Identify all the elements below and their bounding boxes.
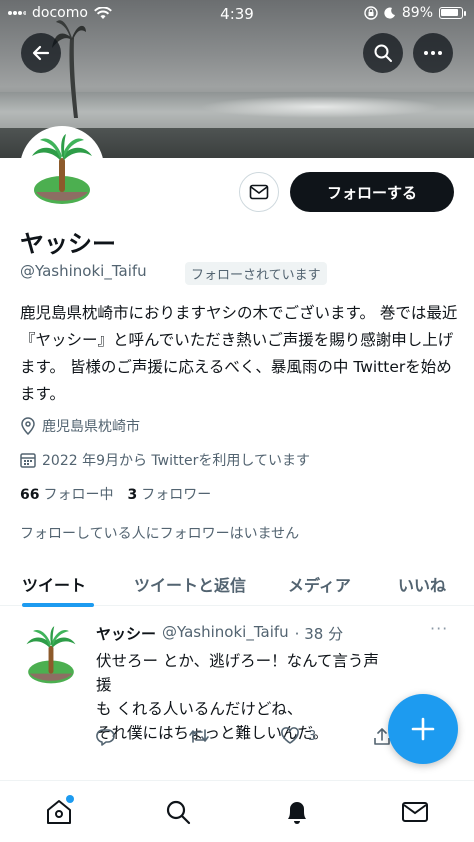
lock-rotation-icon [364, 6, 378, 20]
palm-tree-avatar-icon [26, 626, 76, 684]
battery-icon [439, 7, 463, 19]
tab-likes[interactable]: いいね [398, 572, 446, 596]
heart-icon [281, 727, 299, 744]
followers-label: フォロワー [141, 487, 212, 503]
tweet-actions: 3 [96, 727, 396, 751]
follow-counts: 66 フォロー中 3 フォロワー [20, 484, 211, 504]
nav-notifications[interactable] [282, 797, 312, 827]
nav-search[interactable] [163, 797, 193, 827]
followers-note: フォローしている人にフォロワーはいません [20, 526, 300, 542]
profile-tabs: ツイート ツイートと返信 メディア いいね [0, 560, 474, 607]
search-icon [166, 800, 191, 825]
tab-tweets[interactable]: ツイート [22, 572, 86, 596]
bottom-navigation [0, 780, 474, 842]
tweet-text-line: 伏せろー とか、逃げろー！なんて言う声援 [96, 652, 379, 694]
bell-icon [288, 802, 306, 824]
tweet-header: ヤッシー @Yashinoki_Taifu · 38 分 [96, 623, 343, 644]
nav-messages[interactable] [400, 797, 430, 827]
more-button[interactable] [413, 33, 453, 73]
reply-button[interactable] [96, 727, 116, 747]
more-icon [424, 51, 442, 55]
battery-percent: 89% [401, 5, 433, 21]
following-label: フォロー中 [43, 487, 114, 503]
moon-icon [384, 7, 395, 19]
calendar-icon [20, 453, 36, 468]
banner-palm-silhouette [52, 20, 86, 118]
back-button[interactable] [21, 33, 61, 73]
palm-tree-avatar-icon [32, 134, 92, 204]
nav-home[interactable] [44, 795, 74, 827]
tab-tweets-replies[interactable]: ツイートと返信 [134, 572, 246, 596]
status-right: 89% [364, 5, 466, 21]
joined-text: 2022 年9月から Twitterを利用しています [42, 453, 310, 469]
profile-avatar[interactable] [20, 126, 104, 210]
tweet-author-name[interactable]: ヤッシー [96, 623, 156, 644]
profile-handle: @Yashinoki_Taifu [20, 262, 147, 280]
profile-bio: 鹿児島県枕崎市におりますヤシの木でございます。 巻では最近『ヤッシー』と呼んでい… [20, 304, 458, 403]
reply-icon [96, 729, 115, 746]
search-button[interactable] [363, 33, 403, 73]
location-text: 鹿児島県枕崎市 [42, 419, 140, 435]
home-notification-dot [66, 795, 74, 803]
tab-media[interactable]: メディア [288, 572, 351, 596]
following-count: 66 [20, 487, 40, 503]
following-link[interactable]: 66 フォロー中 [20, 484, 113, 504]
tweet-more-button[interactable]: ··· [430, 619, 448, 638]
follows-you-badge: フォローされています [185, 262, 327, 285]
tweet-time: · 38 分 [294, 625, 344, 643]
arrow-left-icon [32, 45, 50, 61]
tweet-author-handle: @Yashinoki_Taifu [162, 623, 289, 641]
envelope-icon [249, 184, 269, 200]
message-button[interactable] [239, 172, 279, 212]
follow-button[interactable]: フォローする [290, 172, 454, 212]
battery-cap [464, 10, 466, 16]
plus-icon [411, 717, 435, 741]
like-button[interactable]: 3 [280, 727, 316, 745]
profile-joined: 2022 年9月から Twitterを利用しています [20, 450, 310, 470]
status-bar: docomo 4:39 89% [0, 0, 474, 28]
compose-tweet-button[interactable] [388, 694, 458, 764]
retweet-icon [189, 729, 209, 743]
location-pin-icon [21, 417, 35, 435]
search-icon [374, 44, 392, 62]
envelope-icon [402, 802, 428, 822]
like-count: 3 [308, 728, 317, 744]
followers-link[interactable]: 3 フォロワー [127, 484, 211, 504]
retweet-button[interactable] [188, 727, 210, 745]
followers-count: 3 [127, 487, 138, 503]
profile-name: ヤッシー [20, 230, 116, 258]
tweet-text-line: も くれる人いるんだけどね、 [96, 700, 303, 718]
banner-wave [200, 96, 440, 118]
profile-location: 鹿児島県枕崎市 [20, 416, 140, 436]
tweet-avatar[interactable] [20, 623, 82, 685]
